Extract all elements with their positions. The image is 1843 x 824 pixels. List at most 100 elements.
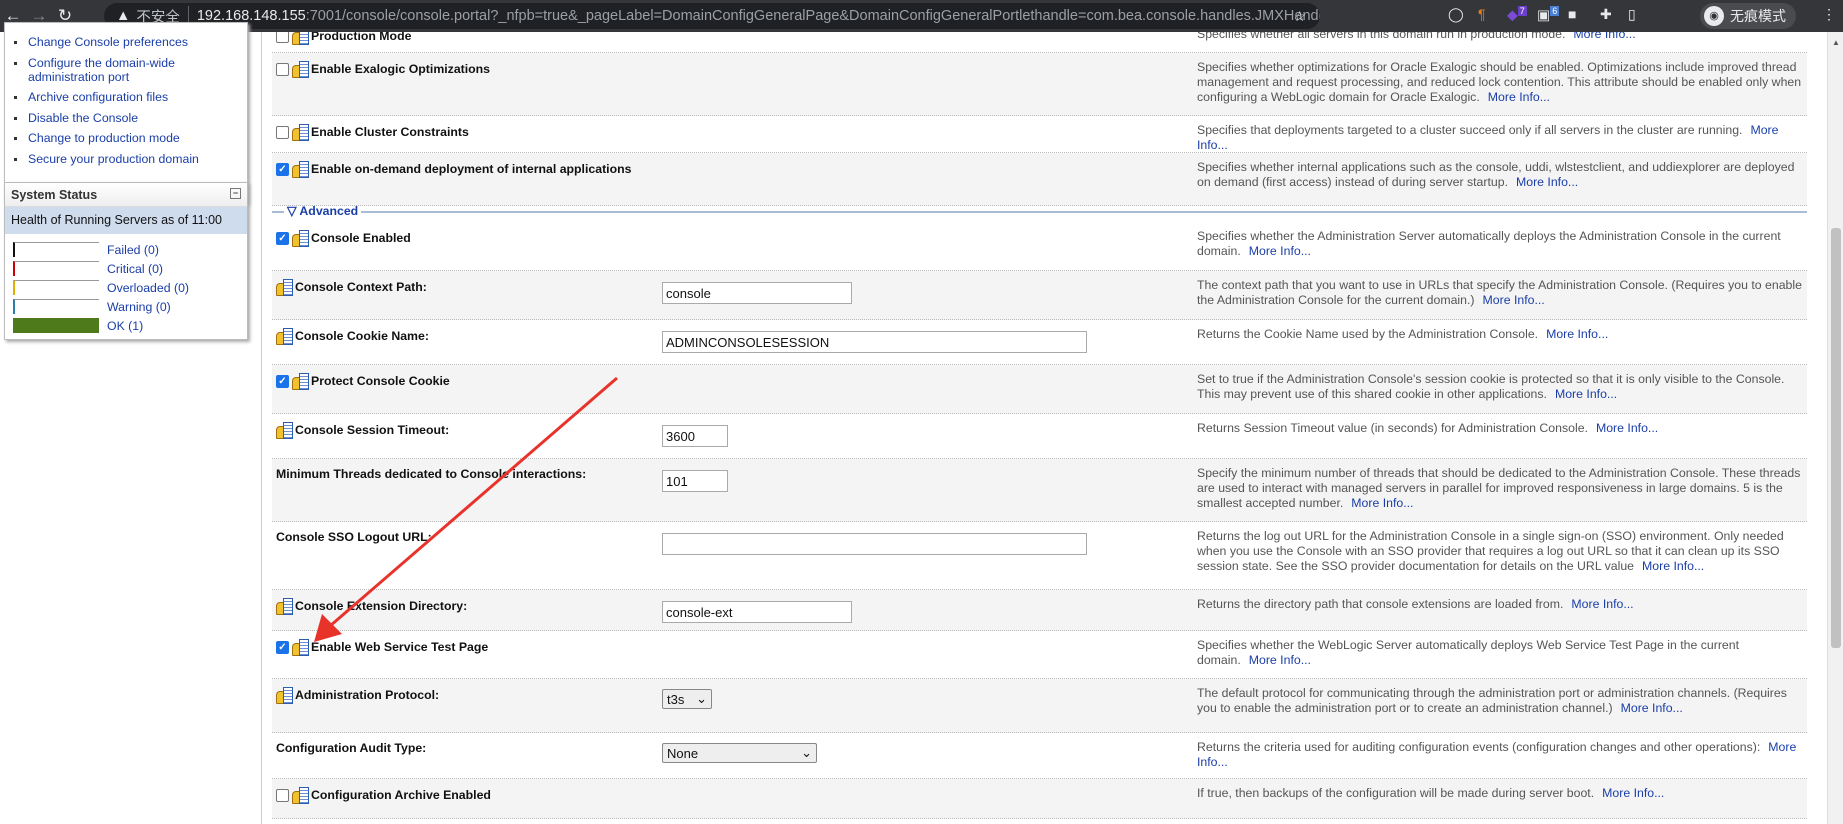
advanced-toggle[interactable]: ▽ Advanced [284, 204, 362, 218]
minimize-icon[interactable]: − [230, 188, 241, 199]
setting-row: Console Context Path: console The context … [272, 271, 1807, 320]
setting-description: Returns the directory path that console … [1197, 597, 1802, 612]
more-info-link[interactable]: More Info... [1516, 175, 1578, 189]
setting-description: Specifies whether optimizations for Orac… [1197, 60, 1802, 105]
health-bar [13, 261, 99, 276]
setting-checkbox[interactable] [276, 32, 289, 43]
help-link[interactable]: Disable the Console [11, 111, 241, 125]
scrollbar-thumb[interactable] [1831, 228, 1841, 648]
setting-label: Configuration Audit Type: [276, 741, 426, 755]
setting-label: Production Mode [276, 32, 411, 45]
more-info-link[interactable]: More Info... [1642, 559, 1704, 573]
more-info-link[interactable]: More Info... [1596, 421, 1658, 435]
puzzle-icon[interactable]: ✚ [1600, 6, 1612, 23]
status-link[interactable]: Overloaded (0) [107, 281, 189, 295]
setting-input[interactable]: ADMINCONSOLESESSION [662, 331, 1087, 353]
setting-row: Console Cookie Name: ADMINCONSOLESESSION R… [272, 320, 1807, 365]
setting-label-text: Enable on-demand deployment of internal … [311, 162, 632, 176]
status-link[interactable]: Failed (0) [107, 243, 159, 257]
setting-label: Console Context Path: [276, 279, 427, 296]
setting-input[interactable]: 101 [662, 470, 728, 492]
setting-checkbox[interactable]: ✓ [276, 231, 289, 245]
setting-checkbox[interactable]: ✓ [276, 374, 289, 388]
setting-description: Returns the criteria used for auditing c… [1197, 740, 1802, 770]
setting-input[interactable]: console-ext [662, 601, 852, 623]
bookmark-star-icon[interactable]: ☆ [1293, 8, 1306, 25]
scroll-up-icon[interactable]: ▲ [1832, 38, 1840, 47]
lock-config-icon [292, 787, 309, 804]
help-link[interactable]: Secure your production domain [11, 152, 241, 166]
setting-row: Enable Cluster Constraints Specifies that… [272, 116, 1807, 153]
lock-config-icon [292, 373, 309, 390]
health-bar [13, 299, 99, 314]
lock-config-icon [292, 32, 309, 45]
setting-label: ✓ Protect Console Cookie [276, 373, 450, 390]
scrollbar[interactable]: ▲ [1827, 32, 1843, 824]
setting-input[interactable]: console [662, 282, 852, 304]
help-link[interactable]: Change Console preferences [11, 35, 241, 49]
extension-icon[interactable]: ◯ [1448, 6, 1464, 23]
extension-icon[interactable]: ■ [1568, 6, 1576, 22]
advanced-section-header[interactable]: ▽ Advanced [272, 204, 1807, 218]
setting-description: Specifies whether the WebLogic Server au… [1197, 638, 1802, 668]
setting-row: Console SSO Logout URL: Returns the log o… [272, 522, 1807, 590]
select-value: t3s [667, 691, 685, 707]
help-link[interactable]: Change to production mode [11, 131, 241, 145]
more-info-link[interactable]: More Info... [1546, 327, 1608, 341]
extension-icon[interactable]: ¶ [1478, 6, 1486, 22]
setting-input[interactable] [662, 533, 1087, 555]
more-info-link[interactable]: More Info... [1249, 244, 1311, 258]
description-text: Returns the criteria used for auditing c… [1197, 740, 1761, 754]
setting-checkbox[interactable] [276, 62, 289, 76]
setting-row: ✓ Enable on-demand deployment of internal… [272, 153, 1807, 206]
description-text: Set to true if the Administration Consol… [1197, 372, 1785, 401]
status-link[interactable]: Warning (0) [107, 300, 171, 314]
status-link[interactable]: OK (1) [107, 319, 143, 333]
status-row: Failed (0) [5, 240, 247, 259]
more-info-link[interactable]: More Info... [1621, 701, 1683, 715]
extension-icon[interactable]: ◆ 7 [1507, 6, 1527, 24]
more-info-link[interactable]: More Info... [1249, 653, 1311, 667]
more-info-link[interactable]: More Info... [1571, 597, 1633, 611]
health-heading: Health of Running Servers as of 11:00 [5, 207, 247, 234]
address-bar[interactable]: ▲ 不安全 192.168.148.155:7001/console/conso… [104, 3, 1320, 29]
description-text: Specify the minimum number of threads th… [1197, 466, 1801, 510]
setting-checkbox[interactable]: ✓ [276, 162, 289, 176]
setting-description: Specify the minimum number of threads th… [1197, 466, 1802, 511]
setting-label-text: Console SSO Logout URL: [276, 530, 432, 544]
setting-checkbox[interactable] [276, 125, 289, 139]
help-link[interactable]: Archive configuration files [11, 90, 241, 104]
setting-checkbox[interactable]: ✓ [276, 640, 289, 654]
setting-checkbox[interactable] [276, 788, 289, 802]
system-status-title: System Status [11, 188, 98, 202]
description-text: Specifies whether all servers in this do… [1197, 32, 1566, 41]
more-info-link[interactable]: More Info... [1555, 387, 1617, 401]
lock-config-icon [276, 328, 293, 345]
incognito-label: 无痕模式 [1730, 8, 1786, 24]
setting-label: Enable Exalogic Optimizations [276, 61, 490, 78]
more-info-link[interactable]: More Info... [1351, 496, 1413, 510]
setting-row: Configuration Audit Type: None ⌄ Returns th… [272, 733, 1807, 779]
setting-description: Set to true if the Administration Consol… [1197, 372, 1802, 402]
health-bar [13, 242, 99, 257]
status-link[interactable]: Critical (0) [107, 262, 163, 276]
setting-label: Console SSO Logout URL: [276, 530, 432, 544]
setting-select[interactable]: None ⌄ [662, 743, 817, 763]
extension-icon[interactable]: ▣ 6 [1537, 6, 1560, 24]
more-info-link[interactable]: More Info... [1602, 786, 1664, 800]
menu-icon[interactable]: ⋮ [1822, 6, 1836, 23]
more-info-link[interactable]: More Info... [1573, 32, 1635, 41]
setting-row: ✓ Enable Web Service Test Page Specifies w… [272, 631, 1807, 679]
setting-row: ✓ Protect Console Cookie Set to true if th… [272, 365, 1807, 414]
incognito-icon: ◉ [1704, 6, 1724, 26]
setting-select[interactable]: t3s ⌄ [662, 689, 712, 709]
description-text: Returns Session Timeout value (in second… [1197, 421, 1588, 435]
help-link[interactable]: Configure the domain-wide administration… [11, 56, 241, 84]
setting-input[interactable]: 3600 [662, 425, 728, 447]
setting-label: Minimum Threads dedicated to Console int… [276, 467, 586, 481]
sidepanel-icon[interactable]: ▯ [1628, 6, 1636, 23]
incognito-badge[interactable]: ◉ 无痕模式 [1700, 3, 1796, 29]
more-info-link[interactable]: More Info... [1488, 90, 1550, 104]
more-info-link[interactable]: More Info... [1483, 293, 1545, 307]
setting-row: Production Mode Specifies whether all ser… [272, 32, 1807, 53]
